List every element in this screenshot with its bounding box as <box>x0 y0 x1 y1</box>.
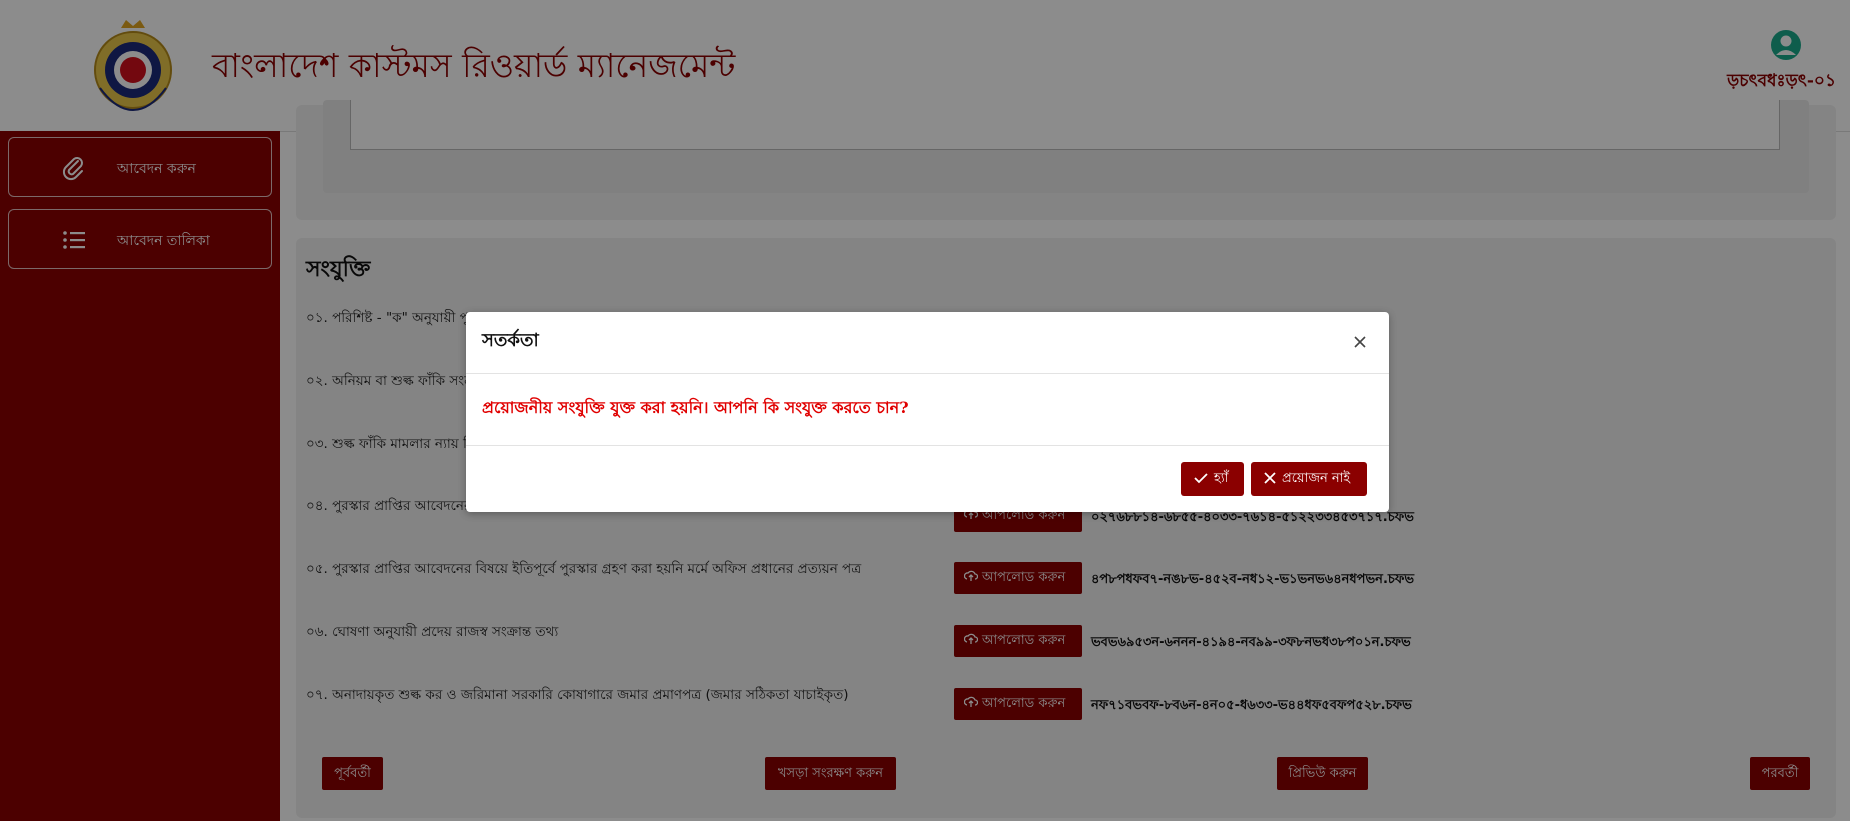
check-icon <box>1194 473 1208 484</box>
divider <box>466 373 1389 374</box>
close-icon[interactable] <box>1352 334 1368 350</box>
warning-modal: সতর্কতা প্রয়োজনীয় সংযুক্তি যুক্ত করা হ… <box>466 312 1389 512</box>
confirm-yes-button[interactable]: হ্যাঁ <box>1181 462 1244 496</box>
modal-title: সতর্কতা <box>482 330 539 351</box>
divider <box>466 445 1389 446</box>
confirm-yes-label: হ্যাঁ <box>1214 471 1229 486</box>
close-icon <box>1264 472 1276 484</box>
no-need-label: প্রয়োজন নাই <box>1282 471 1351 486</box>
no-need-button[interactable]: প্রয়োজন নাই <box>1251 462 1367 496</box>
modal-message: প্রয়োজনীয় সংযুক্তি যুক্ত করা হয়নি। আপ… <box>482 398 909 417</box>
